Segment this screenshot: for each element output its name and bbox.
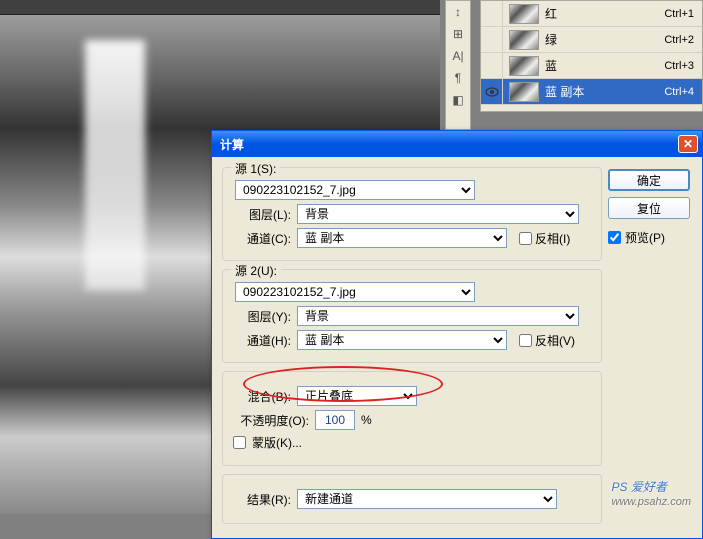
source1-channel-select[interactable]: 蓝 副本 <box>297 228 507 248</box>
blend-mode-select[interactable]: 正片叠底 <box>297 386 417 406</box>
watermark-main: PS 爱好者 <box>612 480 667 494</box>
source1-group: 源 1(S): 090223102152_7.jpg 图层(L): 背景 通道(… <box>222 167 602 261</box>
source1-invert-label: 反相(I) <box>535 230 570 247</box>
source1-invert-checkbox[interactable] <box>519 232 532 245</box>
vertical-toolbar: ↕ ⊞ A| ¶ ◧ <box>445 0 471 130</box>
tool-button[interactable]: ↕ <box>446 1 470 23</box>
channel-thumbnail <box>509 56 539 76</box>
tool-button[interactable]: ◧ <box>446 89 470 111</box>
channel-row-blue-copy[interactable]: 蓝 副本 Ctrl+4 <box>481 79 702 105</box>
result-group: 结果(R): 新建通道 <box>222 474 602 524</box>
dialog-title: 计算 <box>216 136 678 153</box>
source2-file-select[interactable]: 090223102152_7.jpg <box>235 282 475 302</box>
tool-button[interactable]: ⊞ <box>446 23 470 45</box>
visibility-toggle[interactable] <box>481 1 503 27</box>
mask-checkbox[interactable] <box>233 436 246 449</box>
source2-channel-label: 通道(H): <box>233 332 291 349</box>
channel-shortcut: Ctrl+2 <box>664 34 702 46</box>
opacity-label: 不透明度(O): <box>233 412 309 429</box>
blend-label: 混合(B): <box>233 388 291 405</box>
opacity-input[interactable] <box>315 410 355 430</box>
source1-file-select[interactable]: 090223102152_7.jpg <box>235 180 475 200</box>
channel-shortcut: Ctrl+3 <box>664 60 702 72</box>
source2-layer-select[interactable]: 背景 <box>297 306 579 326</box>
channel-thumbnail <box>509 30 539 50</box>
channel-thumbnail <box>509 82 539 102</box>
source1-layer-select[interactable]: 背景 <box>297 204 579 224</box>
channel-row-blue[interactable]: 蓝 Ctrl+3 <box>481 53 702 79</box>
eye-icon <box>485 87 499 97</box>
channel-shortcut: Ctrl+1 <box>664 8 702 20</box>
channel-shortcut: Ctrl+4 <box>664 86 702 98</box>
dialog-titlebar[interactable]: 计算 ✕ <box>212 131 702 157</box>
source2-group: 源 2(U): 090223102152_7.jpg 图层(Y): 背景 通道(… <box>222 269 602 363</box>
tool-button[interactable]: ¶ <box>446 67 470 89</box>
close-icon: ✕ <box>683 137 693 151</box>
watermark: PS 爱好者 www.psahz.com <box>612 475 691 508</box>
visibility-toggle[interactable] <box>481 79 503 105</box>
close-button[interactable]: ✕ <box>678 135 698 153</box>
source2-layer-label: 图层(Y): <box>233 308 291 325</box>
tool-button[interactable]: A| <box>446 45 470 67</box>
preview-label: 预览(P) <box>625 229 665 246</box>
blend-group: 混合(B): 正片叠底 不透明度(O): % 蒙版(K)... <box>222 371 602 466</box>
watermark-sub: www.psahz.com <box>612 496 691 508</box>
ok-button[interactable]: 确定 <box>608 169 690 191</box>
source2-legend: 源 2(U): <box>231 262 281 279</box>
source1-layer-label: 图层(L): <box>233 206 291 223</box>
channel-name: 红 <box>545 5 664 22</box>
source1-legend: 源 1(S): <box>231 160 280 177</box>
channel-name: 绿 <box>545 31 664 48</box>
mask-label: 蒙版(K)... <box>252 434 302 451</box>
source2-channel-select[interactable]: 蓝 副本 <box>297 330 507 350</box>
result-select[interactable]: 新建通道 <box>297 489 557 509</box>
channel-name: 蓝 <box>545 57 664 74</box>
percent-label: % <box>361 413 372 427</box>
channels-panel: 红 Ctrl+1 绿 Ctrl+2 蓝 Ctrl+3 蓝 副本 Ctrl+4 <box>480 0 703 112</box>
channel-name: 蓝 副本 <box>545 83 664 100</box>
visibility-toggle[interactable] <box>481 53 503 79</box>
channel-row-green[interactable]: 绿 Ctrl+2 <box>481 27 702 53</box>
preview-checkbox[interactable] <box>608 231 621 244</box>
dialog-button-column: 确定 复位 预览(P) <box>608 169 690 246</box>
source2-invert-label: 反相(V) <box>535 332 575 349</box>
result-label: 结果(R): <box>233 491 291 508</box>
channel-row-red[interactable]: 红 Ctrl+1 <box>481 1 702 27</box>
channel-thumbnail <box>509 4 539 24</box>
source2-invert-checkbox[interactable] <box>519 334 532 347</box>
reset-button[interactable]: 复位 <box>608 197 690 219</box>
visibility-toggle[interactable] <box>481 27 503 53</box>
source1-channel-label: 通道(C): <box>233 230 291 247</box>
